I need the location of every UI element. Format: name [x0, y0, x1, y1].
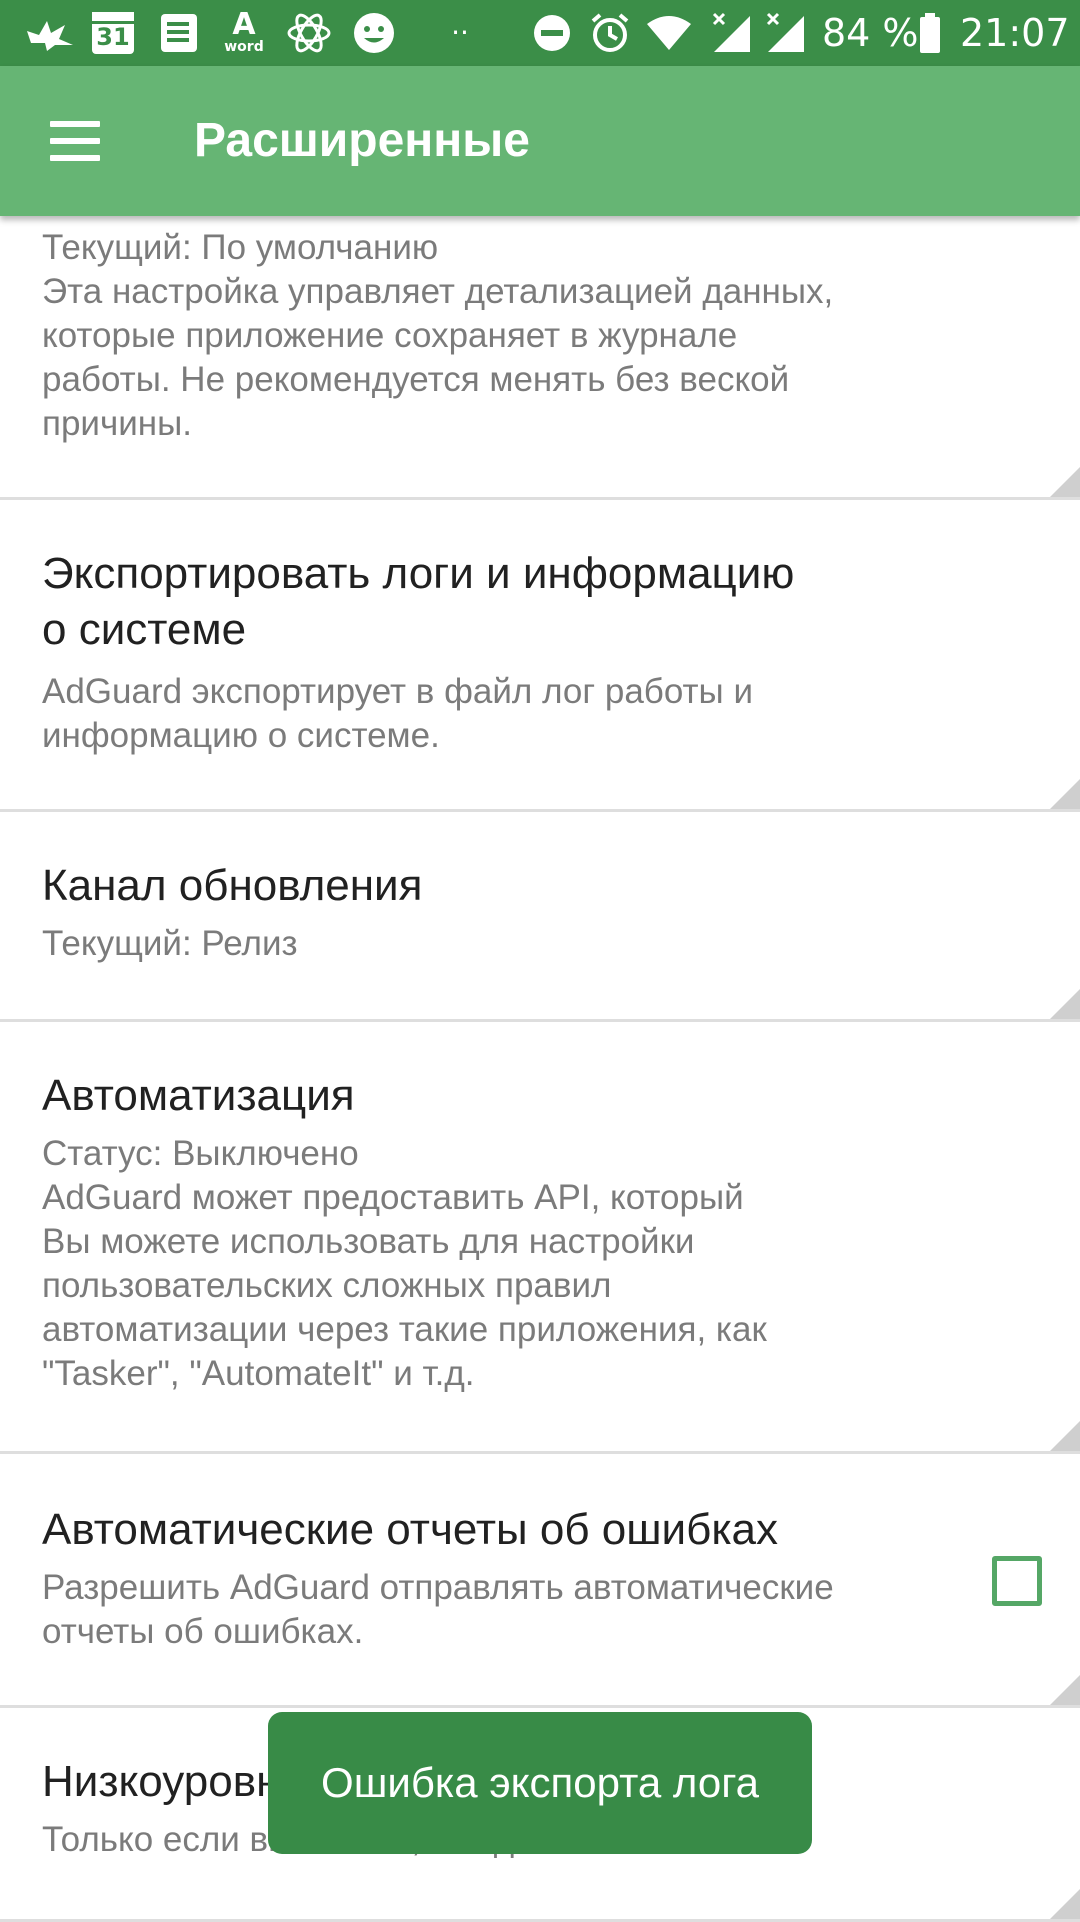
item-corner-indicator [1050, 989, 1080, 1019]
item-corner-indicator [1050, 1889, 1080, 1919]
battery-percent: 84 % [822, 11, 919, 55]
summary-line: работы. Не рекомендуется менять без веск… [42, 360, 790, 399]
summary-line: пользовательских сложных правил [42, 1266, 612, 1305]
word-app-icon: A word [216, 0, 272, 66]
setting-summary: Статус: Выключено AdGuard может предоста… [42, 1132, 942, 1396]
item-corner-indicator [1050, 467, 1080, 497]
summary-line: AdGuard экспортирует в файл лог работы и [42, 672, 753, 711]
setting-update-channel[interactable]: Канал обновления Текущий: Релиз [0, 812, 1080, 1022]
summary-line: Текущий: Релиз [42, 924, 298, 963]
word-letter: A [232, 7, 256, 42]
summary-line: отчеты об ошибках. [42, 1612, 364, 1651]
setting-export-logs[interactable]: Экспортировать логи и информацию о систе… [0, 500, 1080, 812]
signal-icon [708, 0, 754, 66]
setting-summary: Текущий: По умолчанию Эта настройка упра… [42, 226, 942, 446]
menu-button[interactable] [30, 101, 118, 181]
calendar-day: 31 [96, 23, 130, 51]
item-corner-indicator [1050, 779, 1080, 809]
clock: 21:07 [960, 11, 1070, 55]
summary-line: Разрешить AdGuard отправлять автоматичес… [42, 1568, 834, 1607]
alarm-icon [586, 0, 634, 66]
summary-line: причины. [42, 404, 192, 443]
item-corner-indicator [1050, 1421, 1080, 1451]
setting-automation[interactable]: Автоматизация Статус: Выключено AdGuard … [0, 1022, 1080, 1454]
crash-reports-checkbox[interactable] [992, 1556, 1042, 1606]
smiley-icon [350, 0, 398, 66]
setting-summary: AdGuard экспортирует в файл лог работы и… [42, 670, 942, 758]
setting-logging-level[interactable]: Текущий: По умолчанию Эта настройка упра… [0, 216, 1080, 500]
summary-line: информацию о системе. [42, 716, 440, 755]
status-bar: 31 A word ·· 84 % 21:07 [0, 0, 1080, 66]
summary-line: автоматизации через такие приложения, ка… [42, 1310, 767, 1349]
setting-summary: Текущий: Релиз [42, 922, 942, 966]
summary-line: Текущий: По умолчанию [42, 228, 439, 267]
setting-auto-crash-reports[interactable]: Автоматические отчеты об ошибках Разреши… [0, 1454, 1080, 1708]
atom-icon [282, 0, 336, 66]
title-line: о системе [42, 605, 247, 654]
title-line: Экспортировать логи и информацию [42, 549, 795, 598]
tasks-icon [154, 0, 204, 66]
summary-line: AdGuard может предоставить API, который [42, 1178, 744, 1217]
menu-icon-line [50, 138, 100, 144]
summary-line: Эта настройка управляет детализацией дан… [42, 272, 834, 311]
signal-icon-2 [762, 0, 808, 66]
page-title: Расширенные [194, 114, 530, 167]
bird-icon [22, 0, 78, 66]
setting-title: Автоматизация [42, 1071, 355, 1120]
summary-line: "Tasker", "AutomateIt" и т.д. [42, 1354, 475, 1393]
battery-icon [916, 0, 944, 66]
settings-list: Текущий: По умолчанию Эта настройка упра… [0, 216, 1080, 1922]
menu-icon-line [50, 155, 100, 161]
setting-title: Автоматические отчеты об ошибках [42, 1505, 779, 1554]
word-label: word [224, 39, 264, 55]
more-notifications: ·· [451, 16, 469, 49]
setting-summary: Разрешить AdGuard отправлять автоматичес… [42, 1566, 942, 1654]
summary-line: Вы можете использовать для настройки [42, 1222, 695, 1261]
app-bar: Расширенные [0, 66, 1080, 216]
summary-line: Статус: Выключено [42, 1134, 359, 1173]
menu-icon-line [50, 121, 100, 127]
summary-line: которые приложение сохраняет в журнале [42, 316, 738, 355]
item-corner-indicator [1050, 1675, 1080, 1705]
do-not-disturb-icon [530, 0, 574, 66]
setting-title: Экспортировать логи и информацию о систе… [42, 546, 794, 658]
wifi-icon [644, 0, 694, 66]
calendar-icon: 31 [88, 0, 138, 66]
toast-message: Ошибка экспорта лога [268, 1712, 812, 1854]
setting-title: Канал обновления [42, 861, 423, 910]
